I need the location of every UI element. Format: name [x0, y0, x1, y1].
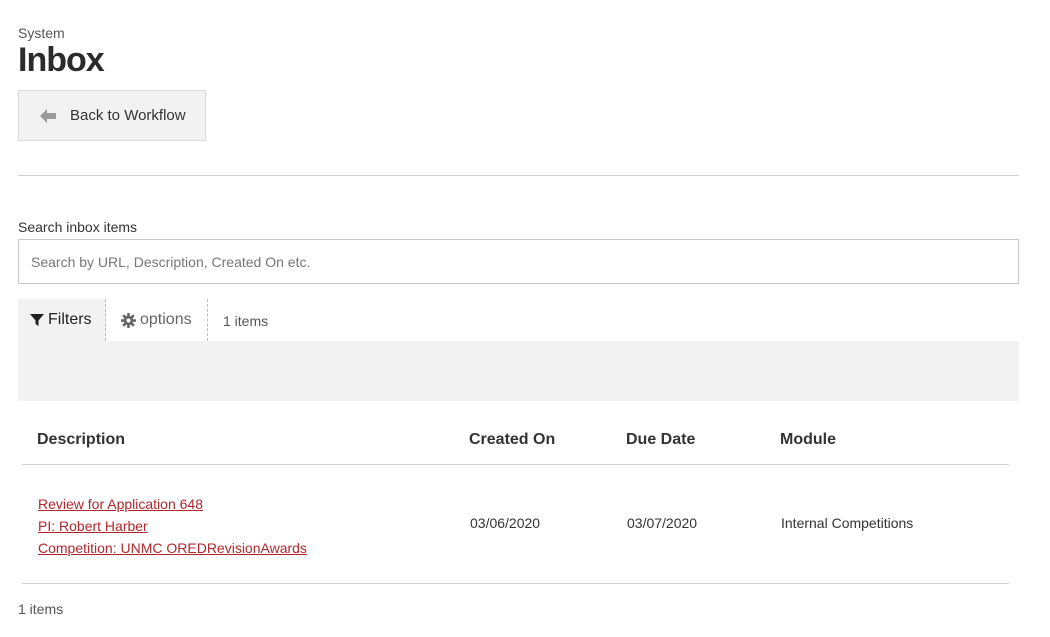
options-label: options	[140, 311, 192, 328]
arrow-left-icon	[39, 107, 57, 125]
divider	[18, 175, 1019, 176]
module-cell: Internal Competitions	[781, 515, 914, 531]
search-label: Search inbox items	[18, 219, 138, 235]
filter-panel	[18, 341, 1019, 401]
due-date-cell: 03/07/2020	[627, 515, 698, 531]
items-count-footer: 1 items	[18, 601, 64, 617]
column-header-created-on[interactable]: Created On	[469, 431, 555, 449]
description-cell: Review for Application 648 PI: Robert Ha…	[38, 493, 307, 559]
column-header-module[interactable]: Module	[780, 431, 836, 449]
created-on-cell: 03/06/2020	[470, 515, 541, 531]
inbox-table: Description Created On Due Date Module R…	[22, 420, 1009, 584]
gear-icon	[121, 312, 136, 328]
column-header-due-date[interactable]: Due Date	[626, 431, 695, 449]
description-link-competition[interactable]: Competition: UNMC OREDRevisionAwards	[38, 537, 307, 559]
description-link-pi[interactable]: PI: Robert Harber	[38, 515, 307, 537]
tab-filters[interactable]: Filters	[18, 299, 106, 341]
inbox-toolbar: Filters options 1 items	[18, 299, 1019, 341]
description-link-application[interactable]: Review for Application 648	[38, 493, 307, 515]
tab-options[interactable]: options	[106, 299, 208, 341]
funnel-icon	[30, 314, 44, 326]
inbox-page: System Inbox Back to Workflow Search inb…	[0, 0, 1050, 637]
table-header: Description Created On Due Date Module	[22, 420, 1009, 465]
page-title: Inbox	[18, 41, 105, 79]
column-header-description[interactable]: Description	[37, 431, 125, 449]
search-input[interactable]	[18, 239, 1019, 284]
filters-label: Filters	[48, 311, 92, 328]
back-to-workflow-label: Back to Workflow	[70, 107, 186, 124]
table-row: Review for Application 648 PI: Robert Ha…	[22, 465, 1009, 584]
breadcrumb: System	[18, 25, 65, 41]
back-to-workflow-button[interactable]: Back to Workflow	[18, 90, 206, 141]
items-count: 1 items	[223, 313, 269, 329]
